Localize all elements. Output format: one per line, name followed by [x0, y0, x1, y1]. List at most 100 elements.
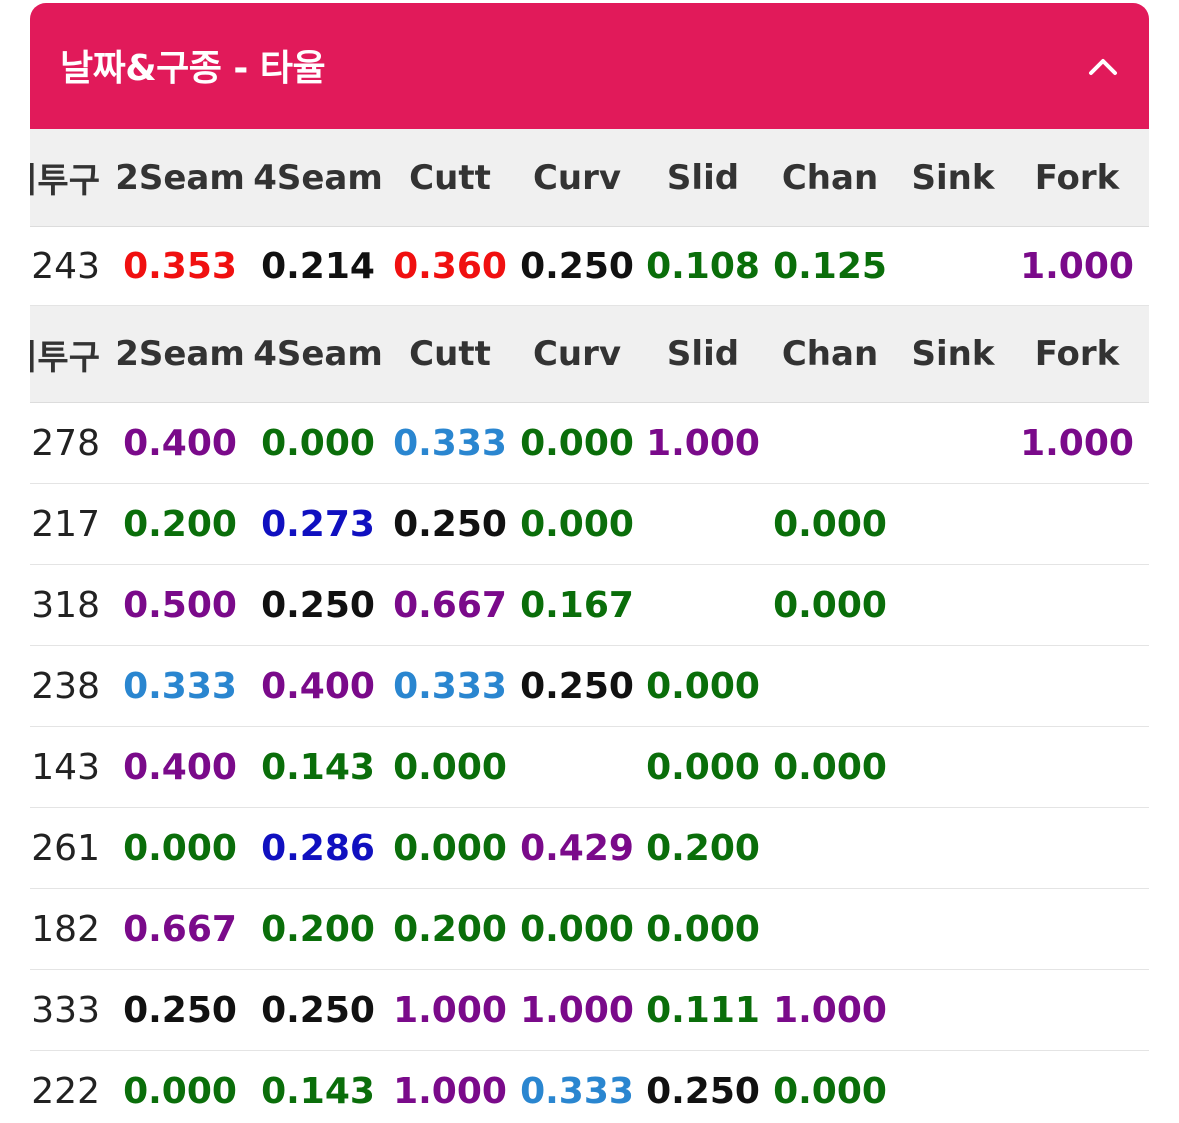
- cell-sink: [893, 565, 1013, 645]
- column-header-fork[interactable]: Fork: [1015, 129, 1139, 226]
- cell-2seam: 0.400: [123, 422, 237, 464]
- chevron-up-icon[interactable]: [1085, 49, 1121, 85]
- cell-slid: 0.111: [646, 989, 760, 1031]
- cell-slid: 0.000: [646, 908, 760, 950]
- table-row: 318 0.500 0.250 0.667 0.167 0.000: [30, 565, 1149, 646]
- column-header-chan[interactable]: Chan: [767, 306, 893, 402]
- cell-pitch-total: 217: [31, 503, 100, 545]
- cell-cutt: 0.667: [393, 584, 507, 626]
- cell-slid: [640, 484, 766, 564]
- cell-cutt: 1.000: [393, 1070, 507, 1112]
- column-header-2seam[interactable]: 2Seam: [115, 129, 245, 226]
- cell-sink: [893, 484, 1013, 564]
- cell-fork: [1015, 808, 1139, 888]
- column-header-chan[interactable]: Chan: [767, 129, 893, 226]
- stats-table: 리투구2Seam4SeamCuttCurvSlidChanSinkFork243…: [30, 129, 1149, 1123]
- cell-cutt: 0.000: [393, 827, 507, 869]
- table-row: 243 0.353 0.214 0.360 0.250 0.108 0.125 1.000: [30, 227, 1149, 306]
- cell-cutt: 0.333: [393, 665, 507, 707]
- table-row: 261 0.000 0.286 0.000 0.429 0.200: [30, 808, 1149, 889]
- cell-4seam: 0.250: [261, 989, 375, 1031]
- cell-4seam: 0.200: [261, 908, 375, 950]
- cell-slid: [640, 565, 766, 645]
- cell-curv: 0.250: [520, 665, 634, 707]
- cell-2seam: 0.500: [123, 584, 237, 626]
- cell-fork: [1015, 889, 1139, 969]
- cell-cutt: 0.250: [393, 503, 507, 545]
- column-header-slid[interactable]: Slid: [640, 129, 766, 226]
- cell-cutt: 0.360: [393, 245, 507, 287]
- cell-fork: [1015, 565, 1139, 645]
- cell-chan: 0.000: [773, 584, 887, 626]
- cell-2seam: 0.200: [123, 503, 237, 545]
- column-header-pitch-total[interactable]: 리투구: [30, 306, 100, 402]
- panel-header[interactable]: 날짜&구종 - 타율: [30, 3, 1149, 129]
- cell-sink: [893, 970, 1013, 1050]
- table-row: 238 0.333 0.400 0.333 0.250 0.000: [30, 646, 1149, 727]
- cell-2seam: 0.353: [123, 245, 237, 287]
- panel-title: 날짜&구종 - 타율: [60, 48, 326, 89]
- cell-chan: 0.000: [773, 1070, 887, 1112]
- column-header-2seam[interactable]: 2Seam: [115, 306, 245, 402]
- cell-curv: 0.333: [520, 1070, 634, 1112]
- cell-curv: 0.000: [520, 503, 634, 545]
- cell-sink: [893, 1051, 1013, 1123]
- cell-curv: [514, 727, 640, 807]
- cell-chan: 0.000: [773, 746, 887, 788]
- cell-2seam: 0.250: [123, 989, 237, 1031]
- column-header-curv[interactable]: Curv: [514, 306, 640, 402]
- table-row: 217 0.200 0.273 0.250 0.000 0.000: [30, 484, 1149, 565]
- cell-chan: 0.125: [773, 245, 887, 287]
- table-row: 222 0.000 0.143 1.000 0.333 0.250 0.000: [30, 1051, 1149, 1123]
- cell-cutt: 0.200: [393, 908, 507, 950]
- cell-2seam: 0.333: [123, 665, 237, 707]
- column-header-4seam[interactable]: 4Seam: [253, 129, 383, 226]
- cell-cutt: 0.333: [393, 422, 507, 464]
- cell-fork: [1015, 970, 1139, 1050]
- column-header-cutt[interactable]: Cutt: [387, 306, 513, 402]
- cell-chan: [767, 889, 893, 969]
- cell-4seam: 0.214: [261, 245, 375, 287]
- table-header-row: 리투구2Seam4SeamCuttCurvSlidChanSinkFork: [30, 306, 1149, 403]
- cell-cutt: 1.000: [393, 989, 507, 1031]
- cell-chan: [767, 808, 893, 888]
- cell-sink: [893, 646, 1013, 726]
- cell-pitch-total: 143: [31, 746, 100, 788]
- column-header-fork[interactable]: Fork: [1015, 306, 1139, 402]
- cell-chan: 0.000: [773, 503, 887, 545]
- column-header-sink[interactable]: Sink: [893, 129, 1013, 226]
- cell-chan: 1.000: [773, 989, 887, 1031]
- cell-pitch-total: 333: [31, 989, 100, 1031]
- column-header-sink[interactable]: Sink: [893, 306, 1013, 402]
- cell-slid: 0.108: [646, 245, 760, 287]
- column-header-4seam[interactable]: 4Seam: [253, 306, 383, 402]
- cell-curv: 0.250: [520, 245, 634, 287]
- column-header-curv[interactable]: Curv: [514, 129, 640, 226]
- cell-2seam: 0.000: [123, 1070, 237, 1112]
- cell-4seam: 0.400: [261, 665, 375, 707]
- cell-4seam: 0.250: [261, 584, 375, 626]
- cell-pitch-total: 318: [31, 584, 100, 626]
- cell-slid: 1.000: [646, 422, 760, 464]
- cell-sink: [893, 227, 1013, 305]
- cell-pitch-total: 243: [31, 245, 100, 287]
- column-header-pitch-total[interactable]: 리투구: [30, 129, 100, 226]
- cell-4seam: 0.143: [261, 746, 375, 788]
- cell-2seam: 0.000: [123, 827, 237, 869]
- column-header-cutt[interactable]: Cutt: [387, 129, 513, 226]
- batting-average-panel: 날짜&구종 - 타율 리투구2Seam4SeamCuttCurvSlidChan…: [30, 3, 1149, 1123]
- table-row: 333 0.250 0.250 1.000 1.000 0.111 1.000: [30, 970, 1149, 1051]
- cell-curv: 0.429: [520, 827, 634, 869]
- cell-pitch-total: 261: [31, 827, 100, 869]
- cell-4seam: 0.273: [261, 503, 375, 545]
- cell-chan: [767, 646, 893, 726]
- cell-4seam: 0.143: [261, 1070, 375, 1112]
- cell-chan: [767, 403, 893, 483]
- cell-fork: [1015, 484, 1139, 564]
- cell-fork: [1015, 646, 1139, 726]
- table-row: 278 0.400 0.000 0.333 0.000 1.000 1.000: [30, 403, 1149, 484]
- column-header-slid[interactable]: Slid: [640, 306, 766, 402]
- cell-fork: 1.000: [1020, 422, 1134, 464]
- cell-curv: 1.000: [520, 989, 634, 1031]
- cell-pitch-total: 238: [31, 665, 100, 707]
